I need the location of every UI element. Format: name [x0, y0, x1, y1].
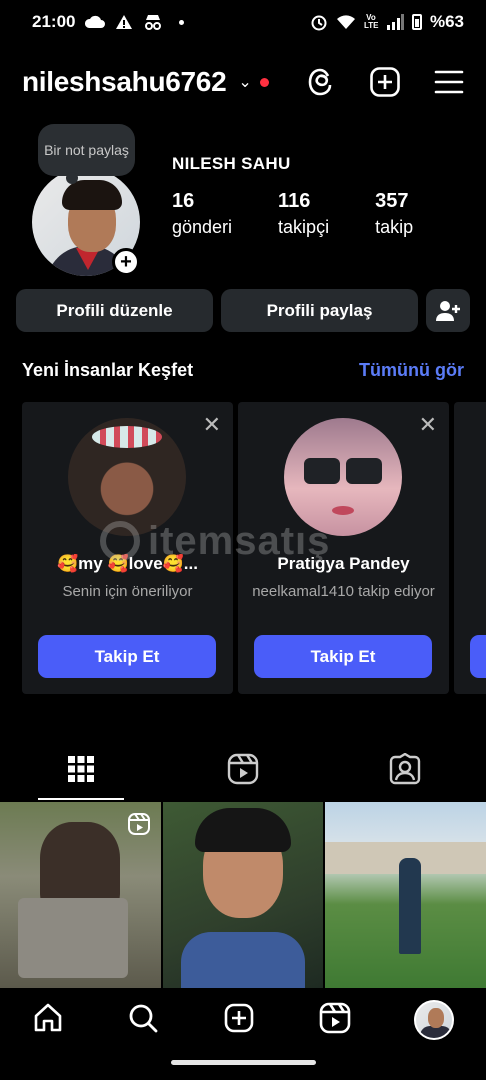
battery-percent: %63: [429, 12, 464, 31]
share-profile-button[interactable]: Profili paylaş: [221, 289, 418, 332]
wifi-icon: [336, 15, 355, 29]
followers-count: 116: [278, 190, 311, 212]
following-label: takip: [375, 217, 414, 237]
add-story-badge[interactable]: +: [112, 248, 140, 276]
create-icon[interactable]: [223, 1002, 255, 1039]
profile-header: nileshsahu6762 ⌄: [22, 60, 466, 104]
posts-count: 16: [172, 190, 195, 212]
notification-dot: [259, 77, 269, 87]
posts-stat[interactable]: 16 gönderi: [172, 190, 232, 238]
tab-posts-grid[interactable]: [0, 738, 162, 800]
profile-stats: 16 gönderi 116 takipçi 357 takip: [172, 190, 459, 238]
post-thumbnail[interactable]: [325, 802, 486, 988]
follow-button[interactable]: Takip Et: [254, 635, 432, 678]
reels-icon: [227, 753, 259, 785]
suggestion-subtitle: Senin için öneriliyor: [62, 583, 193, 600]
status-notification-icons: [85, 14, 185, 30]
tab-reels[interactable]: [162, 738, 324, 800]
following-count: 357: [375, 190, 409, 212]
posts-label: gönderi: [172, 217, 233, 237]
follow-button[interactable]: Takip Et: [38, 635, 216, 678]
note-bubble[interactable]: Bir not paylaş: [38, 124, 135, 184]
status-time: 21:00: [32, 12, 76, 31]
post-thumbnail[interactable]: [0, 802, 161, 988]
follow-button-partial[interactable]: [470, 635, 486, 678]
posts-grid: [0, 802, 486, 988]
battery-icon: [411, 14, 422, 30]
grid-icon: [68, 756, 94, 782]
suggestion-name: 🥰my 🥰love🥰...: [57, 554, 198, 573]
suggestion-carousel[interactable]: ✕ 🥰my 🥰love🥰... Senin için öneriliyor Ta…: [0, 402, 486, 694]
hamburger-menu-icon[interactable]: [432, 65, 466, 99]
suggestion-card[interactable]: ✕ Pratigya Pandey neelkamal1410 takip ed…: [238, 402, 449, 694]
new-post-icon[interactable]: [368, 65, 402, 99]
home-icon[interactable]: [32, 1002, 64, 1039]
suggestion-card[interactable]: ✕ 🥰my 🥰love🥰... Senin için öneriliyor Ta…: [22, 402, 233, 694]
volte-label: Vo LTE: [363, 13, 379, 30]
reel-badge-icon: [127, 813, 150, 835]
close-icon[interactable]: ✕: [203, 414, 221, 436]
username-switcher[interactable]: nileshsahu6762: [22, 66, 227, 98]
profile-section: + Bir not paylaş NILESH SAHU 16 gönderi …: [0, 120, 486, 280]
followers-stat[interactable]: 116 takipçi: [278, 190, 329, 238]
profile-actions: Profili düzenle Profili paylaş: [16, 289, 470, 332]
edit-profile-button[interactable]: Profili düzenle: [16, 289, 213, 332]
suggestion-subtitle: neelkamal1410 takip ediyor: [252, 583, 435, 600]
home-indicator[interactable]: [171, 1060, 316, 1065]
tab-tagged[interactable]: [324, 738, 486, 800]
suggestion-name: Pratigya Pandey: [277, 554, 410, 573]
chevron-down-icon[interactable]: ⌄: [238, 72, 251, 92]
full-name: NILESH SAHU: [172, 154, 291, 173]
profile-tabs: [0, 738, 486, 800]
bottom-navigation: [0, 990, 486, 1050]
profile-avatar[interactable]: +: [32, 168, 140, 276]
following-stat[interactable]: 357 takip: [375, 190, 413, 238]
discover-header: Yeni İnsanlar Keşfet Tümünü gör: [22, 360, 464, 381]
warning-icon: [116, 15, 133, 29]
tagged-person-icon: [389, 753, 421, 785]
cloud-icon: [85, 15, 106, 28]
signal-icon: [386, 14, 404, 30]
person-add-icon: [436, 300, 460, 321]
followers-label: takipçi: [278, 217, 330, 237]
close-icon[interactable]: ✕: [419, 414, 437, 436]
reels-nav-icon[interactable]: [319, 1002, 351, 1039]
status-bar: 21:00 Vo LTE %63: [0, 0, 486, 44]
suggestion-avatar[interactable]: [68, 418, 186, 536]
suggestion-avatar[interactable]: [284, 418, 402, 536]
alarm-icon: [311, 15, 327, 31]
post-thumbnail[interactable]: [162, 802, 324, 988]
discover-title: Yeni İnsanlar Keşfet: [22, 360, 194, 380]
profile-nav-avatar[interactable]: [414, 1000, 455, 1040]
incognito-icon: [145, 15, 162, 30]
more-notifications-dot: [179, 19, 185, 25]
status-system-icons: Vo LTE %63: [310, 12, 464, 32]
search-icon[interactable]: [127, 1002, 159, 1039]
threads-icon[interactable]: [304, 65, 338, 99]
see-all-link[interactable]: Tümünü gör: [359, 360, 464, 381]
discover-people-button[interactable]: [426, 289, 470, 332]
suggestion-card-partial[interactable]: [454, 402, 486, 694]
